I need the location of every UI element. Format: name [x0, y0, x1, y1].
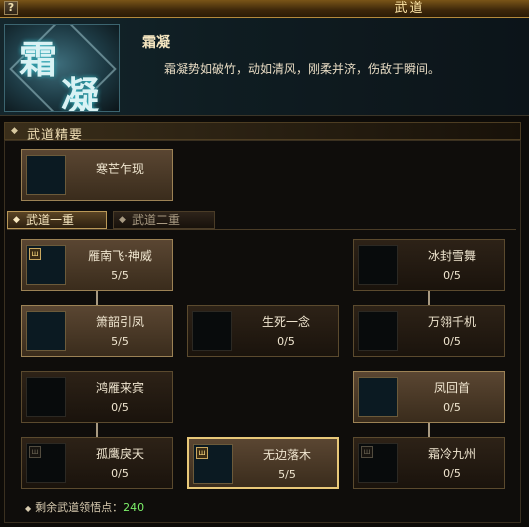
- wind-icon: ш: [26, 443, 66, 483]
- skill-level: 0/5: [443, 335, 461, 348]
- skill-level: 0/5: [443, 269, 461, 282]
- skill-card[interactable]: ш 雁南飞·神威 5/5: [21, 239, 173, 291]
- diamond-bullet-icon: ◆: [25, 504, 32, 513]
- skill-card[interactable]: 万翎千机 0/5: [353, 305, 505, 357]
- skill-header: 霜 凝 霜凝 霜凝势如破竹，动如清风，刚柔并济，伤敌于瞬间。: [0, 18, 529, 116]
- emblem-char-1: 霜: [19, 37, 58, 82]
- skill-description: 霜凝势如破竹，动如清风，刚柔并济，伤敌于瞬间。: [164, 62, 441, 76]
- remaining-points: ◆ 剩余武道领悟点：240: [25, 499, 144, 515]
- skill-card[interactable]: 凤回首 0/5: [353, 371, 505, 423]
- skill-level: 5/5: [278, 468, 296, 481]
- orb-icon: [358, 311, 398, 351]
- blade-icon: [26, 155, 66, 195]
- skill-name: 箫韶引凤: [95, 315, 144, 329]
- skill-name: 霜冷九州: [427, 447, 476, 461]
- skill-card[interactable]: 生死一念 0/5: [187, 305, 339, 357]
- skill-name: 无边落木: [262, 448, 311, 462]
- tab-martial-tier-1[interactable]: ◆ 武道一重: [7, 211, 107, 229]
- skill-card-selected[interactable]: ш 无边落木 5/5: [187, 437, 339, 489]
- diamond-bullet-icon: ◆: [13, 215, 20, 225]
- ice-icon: ш: [193, 444, 233, 484]
- skill-name: 万翎千机: [427, 315, 476, 329]
- tab-label: 武道一重: [26, 213, 75, 227]
- diamond-bullet-icon: ◆: [119, 215, 126, 225]
- skill-level: 0/5: [111, 401, 129, 414]
- skill-card[interactable]: 冰封雪舞 0/5: [353, 239, 505, 291]
- title-bar: ? 武道: [0, 0, 529, 18]
- skill-title: 霜凝: [142, 35, 170, 51]
- skill-name: 凤回首: [433, 381, 470, 395]
- skill-card[interactable]: 鸿雁来宾 0/5: [21, 371, 173, 423]
- skill-level: 0/5: [111, 467, 129, 480]
- skill-name: 冰封雪舞: [427, 249, 476, 263]
- skill-level: 0/5: [443, 467, 461, 480]
- remaining-points-label: 剩余武道领悟点：: [35, 501, 124, 514]
- skill-level: 0/5: [277, 335, 295, 348]
- emblem-char-2: 凝: [61, 73, 100, 112]
- skill-name: 雁南飞·神威: [88, 249, 152, 263]
- tab-divider: [7, 229, 516, 230]
- skill-tree-panel: 寒芒乍现 ◆ 武道一重 ◆ 武道二重 ш 雁南飞·神威 5/5 冰封雪舞 0/5…: [4, 140, 521, 523]
- tier-badge-icon: ш: [29, 248, 41, 260]
- skill-name: 鸿雁来宾: [95, 381, 144, 395]
- skill-level: 5/5: [111, 269, 129, 282]
- essence-section-header: ◆ 武道精要: [4, 122, 521, 143]
- essence-skill-card[interactable]: 寒芒乍现: [21, 149, 173, 201]
- leaf-icon: [192, 311, 232, 351]
- moon-icon: [26, 311, 66, 351]
- ice-icon: [358, 245, 398, 285]
- tier-badge-icon: ш: [361, 446, 373, 458]
- remaining-points-value: 240: [123, 501, 145, 514]
- skill-name: 生死一念: [261, 315, 310, 329]
- diamond-bullet-icon: ◆: [11, 126, 18, 136]
- feather-icon: [26, 377, 66, 417]
- skill-emblem-icon: 霜 凝: [4, 24, 120, 112]
- tier-badge-icon: ш: [29, 446, 41, 458]
- skill-name: 孤鹰戾天: [95, 447, 144, 461]
- skill-card[interactable]: 箫韶引凤 5/5: [21, 305, 173, 357]
- tab-martial-tier-2[interactable]: ◆ 武道二重: [113, 211, 215, 229]
- skill-level: 0/5: [443, 401, 461, 414]
- skill-card[interactable]: ш 孤鹰戾天 0/5: [21, 437, 173, 489]
- tab-label: 武道二重: [132, 213, 181, 227]
- skill-name: 寒芒乍现: [95, 162, 144, 176]
- wind-icon: ш: [358, 443, 398, 483]
- wind-icon: ш: [26, 245, 66, 285]
- window-title: 武道: [394, 1, 425, 16]
- tier-badge-icon: ш: [196, 447, 208, 459]
- moon-icon: [358, 377, 398, 417]
- skill-level: 5/5: [111, 335, 129, 348]
- skill-card[interactable]: ш 霜冷九州 0/5: [353, 437, 505, 489]
